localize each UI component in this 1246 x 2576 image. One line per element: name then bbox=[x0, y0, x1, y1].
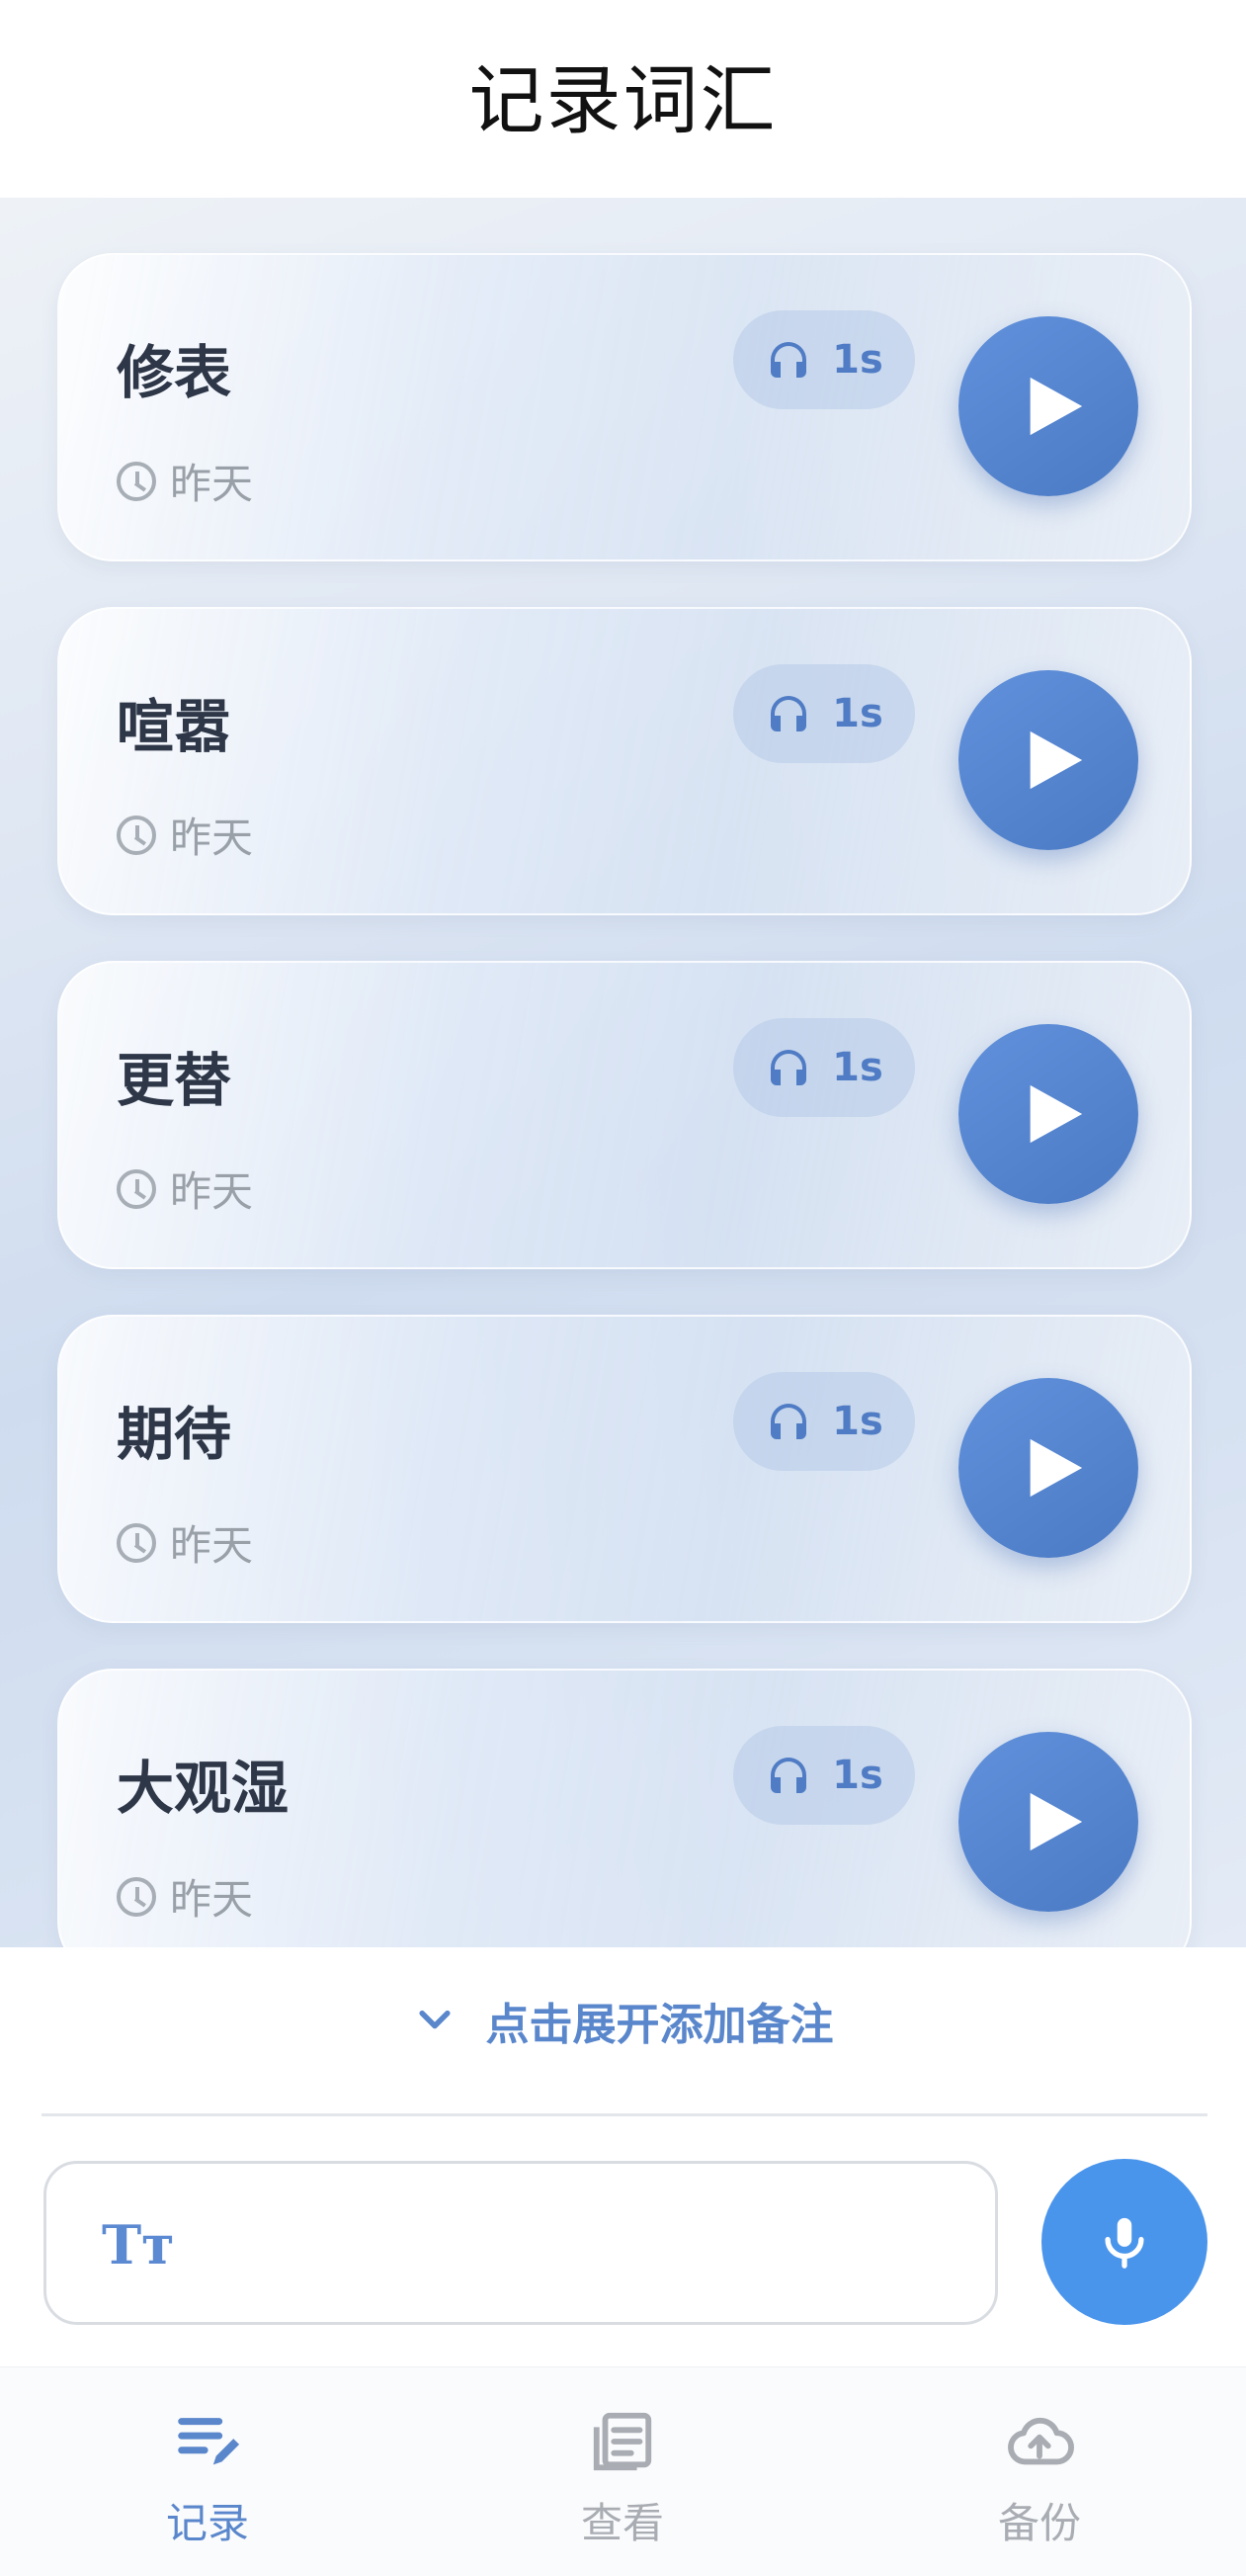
record-time: 昨天 bbox=[117, 1512, 253, 1573]
duration-label: 1s bbox=[832, 691, 883, 736]
record-time-label: 昨天 bbox=[170, 460, 254, 508]
record-time: 昨天 bbox=[117, 805, 253, 865]
record-time: 昨天 bbox=[117, 451, 253, 511]
record-card[interactable]: 修表 昨天 1s bbox=[57, 253, 1192, 561]
record-card[interactable]: 更替 昨天 1s bbox=[57, 961, 1192, 1269]
tab-view-label: 查看 bbox=[580, 2499, 664, 2547]
play-icon bbox=[1030, 1792, 1083, 1851]
clock-icon bbox=[117, 1522, 156, 1563]
clock-icon bbox=[117, 1168, 156, 1209]
record-word: 大观湿 bbox=[117, 1755, 290, 1822]
duration-label: 1s bbox=[832, 337, 883, 383]
divider bbox=[42, 2113, 1207, 2116]
headphones-icon bbox=[771, 1050, 807, 1085]
play-icon bbox=[1030, 1084, 1083, 1144]
record-card[interactable]: 大观湿 昨天 1s bbox=[57, 1669, 1192, 1947]
document-icon bbox=[593, 2412, 652, 2471]
edit-list-icon bbox=[178, 2418, 240, 2465]
duration-label: 1s bbox=[832, 1045, 883, 1090]
play-icon bbox=[1030, 730, 1083, 790]
record-voice-button[interactable] bbox=[1041, 2159, 1207, 2325]
play-icon bbox=[1030, 1438, 1083, 1498]
duration-label: 1s bbox=[832, 1399, 883, 1444]
clock-icon bbox=[117, 1876, 156, 1917]
record-time: 昨天 bbox=[117, 1159, 253, 1219]
word-input[interactable]: Tт bbox=[43, 2161, 998, 2325]
record-time: 昨天 bbox=[117, 1866, 253, 1927]
play-button[interactable] bbox=[958, 670, 1138, 850]
record-word: 更替 bbox=[117, 1047, 232, 1114]
tab-record-label: 记录 bbox=[165, 2499, 249, 2547]
composer-panel: 点击展开添加备注 Tт bbox=[0, 1947, 1246, 2366]
record-card[interactable]: 喧嚣 昨天 1s bbox=[57, 607, 1192, 915]
chevron-down-icon bbox=[418, 2010, 451, 2029]
record-time-label: 昨天 bbox=[170, 1521, 254, 1570]
clock-icon bbox=[117, 815, 156, 855]
tab-record[interactable]: 记录 bbox=[109, 2407, 306, 2555]
duration-badge: 1s bbox=[733, 1726, 915, 1825]
headphones-icon bbox=[771, 1404, 807, 1439]
headphones-icon bbox=[771, 342, 807, 378]
record-list[interactable]: 修表 昨天 1s 喧嚣 昨天 1s 更替 昨天 1s 期待 昨天 1s 大观湿 … bbox=[0, 198, 1246, 1947]
tab-backup-label: 备份 bbox=[997, 2499, 1081, 2547]
clock-icon bbox=[117, 461, 156, 501]
microphone-icon bbox=[1105, 2217, 1144, 2269]
record-card[interactable]: 期待 昨天 1s bbox=[57, 1315, 1192, 1623]
duration-badge: 1s bbox=[733, 1018, 915, 1117]
play-icon bbox=[1030, 377, 1083, 436]
record-time-label: 昨天 bbox=[170, 814, 254, 862]
record-time-label: 昨天 bbox=[170, 1167, 254, 1216]
tab-view[interactable]: 查看 bbox=[524, 2407, 721, 2555]
record-word: 期待 bbox=[117, 1401, 232, 1468]
page-title: 记录词汇 bbox=[468, 56, 778, 144]
play-button[interactable] bbox=[958, 1378, 1138, 1558]
play-button[interactable] bbox=[958, 316, 1138, 496]
text-format-icon: Tт bbox=[102, 2213, 175, 2276]
duration-label: 1s bbox=[832, 1753, 883, 1798]
expand-notes-label: 点击展开添加备注 bbox=[485, 2000, 834, 2050]
expand-notes-button[interactable]: 点击展开添加备注 bbox=[0, 1985, 1246, 2056]
play-button[interactable] bbox=[958, 1024, 1138, 1204]
duration-badge: 1s bbox=[733, 664, 915, 763]
record-word: 喧嚣 bbox=[117, 693, 232, 760]
app-header: 记录词汇 bbox=[0, 0, 1246, 198]
bottom-tab-bar: 记录 查看 备份 bbox=[0, 2366, 1246, 2576]
record-time-label: 昨天 bbox=[170, 1875, 254, 1924]
headphones-icon bbox=[771, 696, 807, 731]
record-word: 修表 bbox=[117, 339, 232, 406]
duration-badge: 1s bbox=[733, 310, 915, 409]
duration-badge: 1s bbox=[733, 1372, 915, 1471]
cloud-upload-icon bbox=[1008, 2417, 1074, 2465]
play-button[interactable] bbox=[958, 1732, 1138, 1912]
headphones-icon bbox=[771, 1758, 807, 1793]
tab-backup[interactable]: 备份 bbox=[941, 2407, 1138, 2555]
